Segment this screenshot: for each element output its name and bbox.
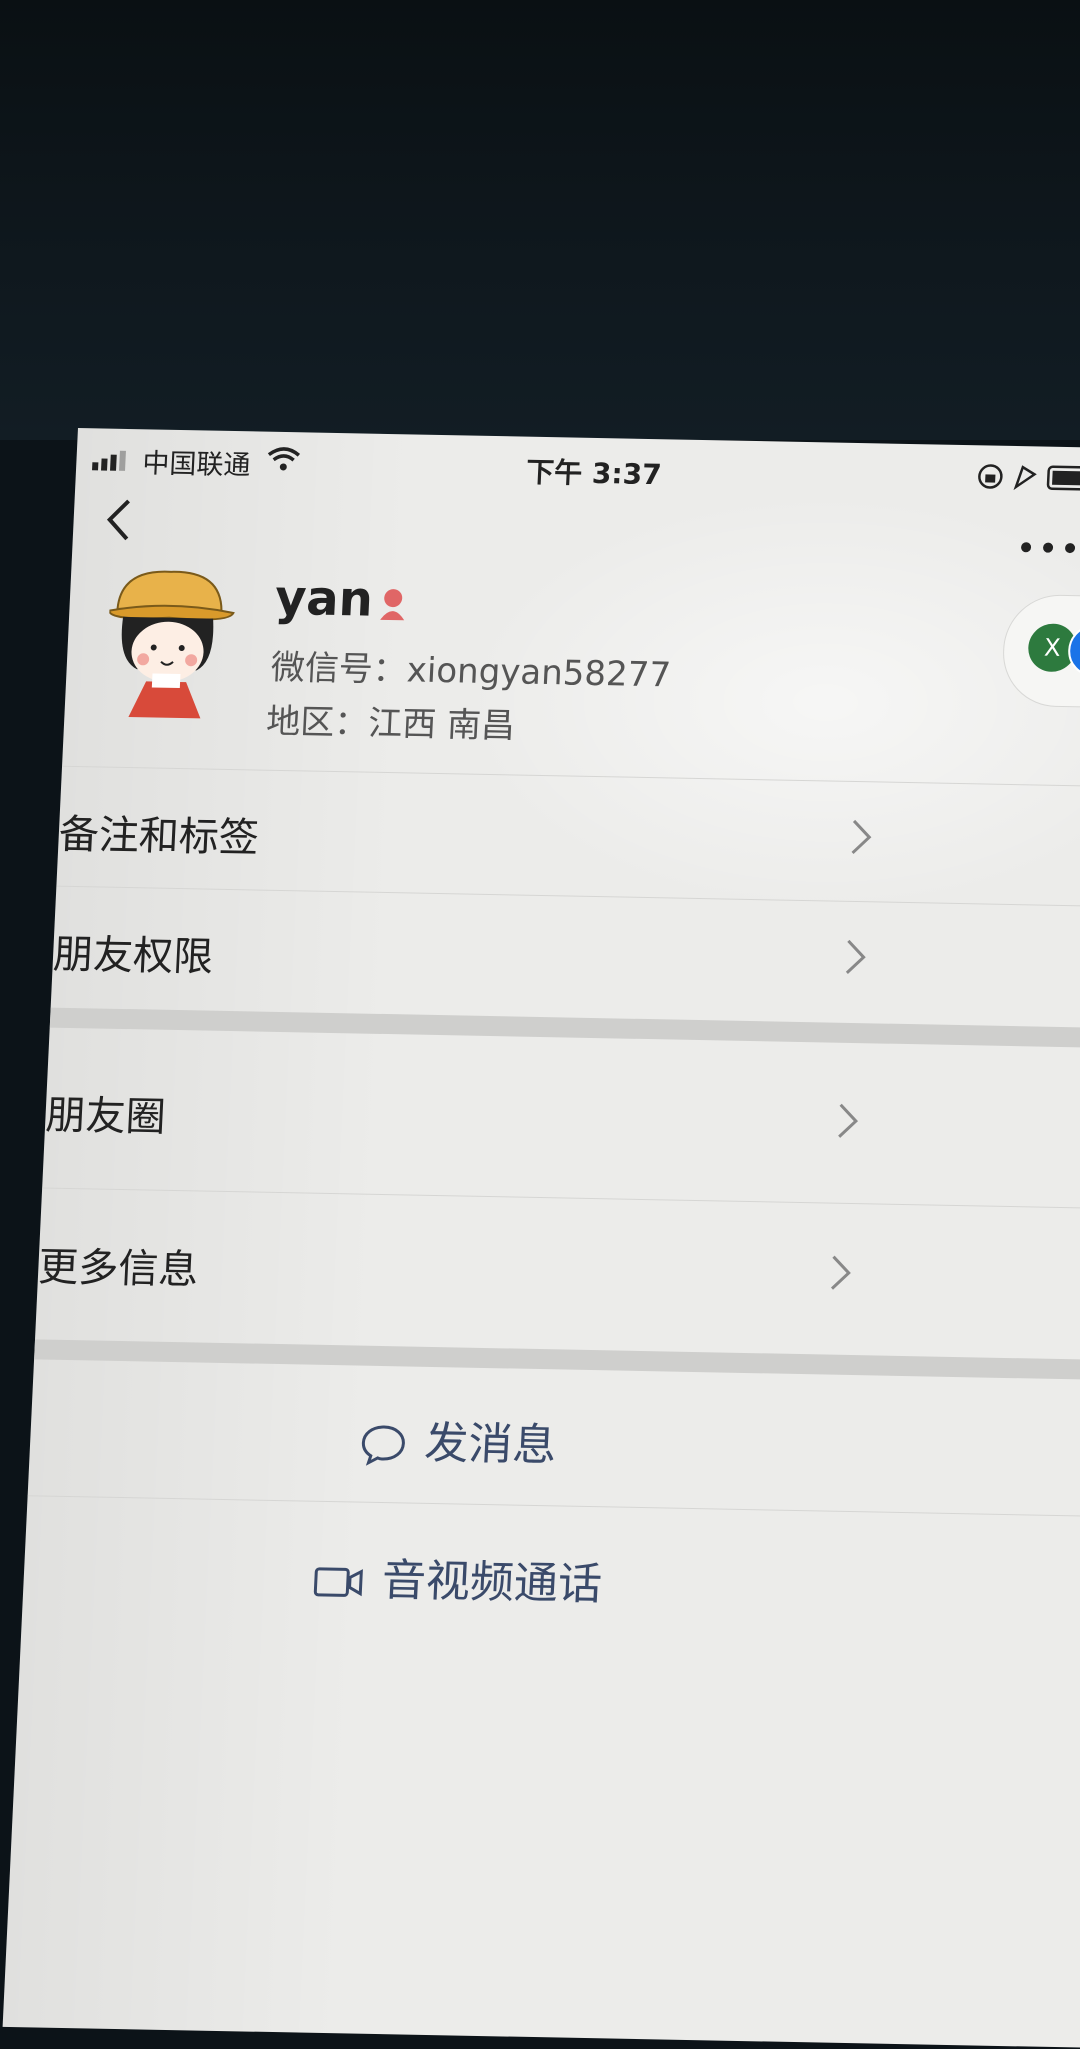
menu-item-moments[interactable]: 朋友圈 [42,1028,1080,1210]
wechat-id: 微信号：xiongyan58277 [269,647,672,696]
desk-background [0,0,1080,440]
menu-item-label: 朋友权限 [52,931,215,981]
menu-item-label: 朋友圈 [44,1092,167,1141]
video-camera-icon [313,1567,363,1597]
carrier-label: 中国联通 [141,448,252,482]
chat-bubble-icon [361,1425,405,1466]
send-message-button[interactable]: 发消息 [28,1359,1080,1511]
rotation-lock-icon [978,464,1003,489]
clock: 下午 3:37 [525,455,663,492]
chevron-right-icon [834,1101,860,1152]
menu-item-friend-permissions[interactable]: 朋友权限 [51,888,1080,1028]
av-call-button[interactable]: 音视频通话 [21,1497,1080,1649]
battery-icon [1046,465,1080,491]
more-icon[interactable] [1017,518,1079,565]
send-message-content: 发消息 [359,1406,558,1474]
back-icon[interactable] [102,497,135,556]
status-right-icons [975,461,1080,497]
send-message-label: 发消息 [423,1417,558,1472]
av-call-label: 音视频通话 [380,1555,604,1611]
phone-screen: 中国联通 下午 3:37 yan 微信号：xiongyan58277 地区：江西… [2,428,1080,2049]
menu-item-remarks-tags[interactable]: 备注和标签 [56,768,1080,908]
chevron-right-icon [827,1253,853,1304]
status-badge[interactable]: X K [1000,593,1080,710]
nickname: yan [273,569,375,628]
status-bar: 中国联通 下午 3:37 [76,440,1080,502]
av-call-content: 音视频通话 [313,1543,604,1612]
menu-item-label: 更多信息 [37,1244,200,1294]
menu-item-more-info[interactable]: 更多信息 [35,1189,1080,1361]
avatar[interactable] [105,569,242,719]
chevron-right-icon [848,817,874,868]
region: 地区：江西 南昌 [265,701,517,747]
wifi-icon [266,446,301,477]
menu-item-label: 备注和标签 [57,811,260,862]
location-icon [1013,465,1037,491]
chevron-right-icon [842,937,868,988]
signal-icon [92,450,129,471]
female-icon [374,586,412,627]
